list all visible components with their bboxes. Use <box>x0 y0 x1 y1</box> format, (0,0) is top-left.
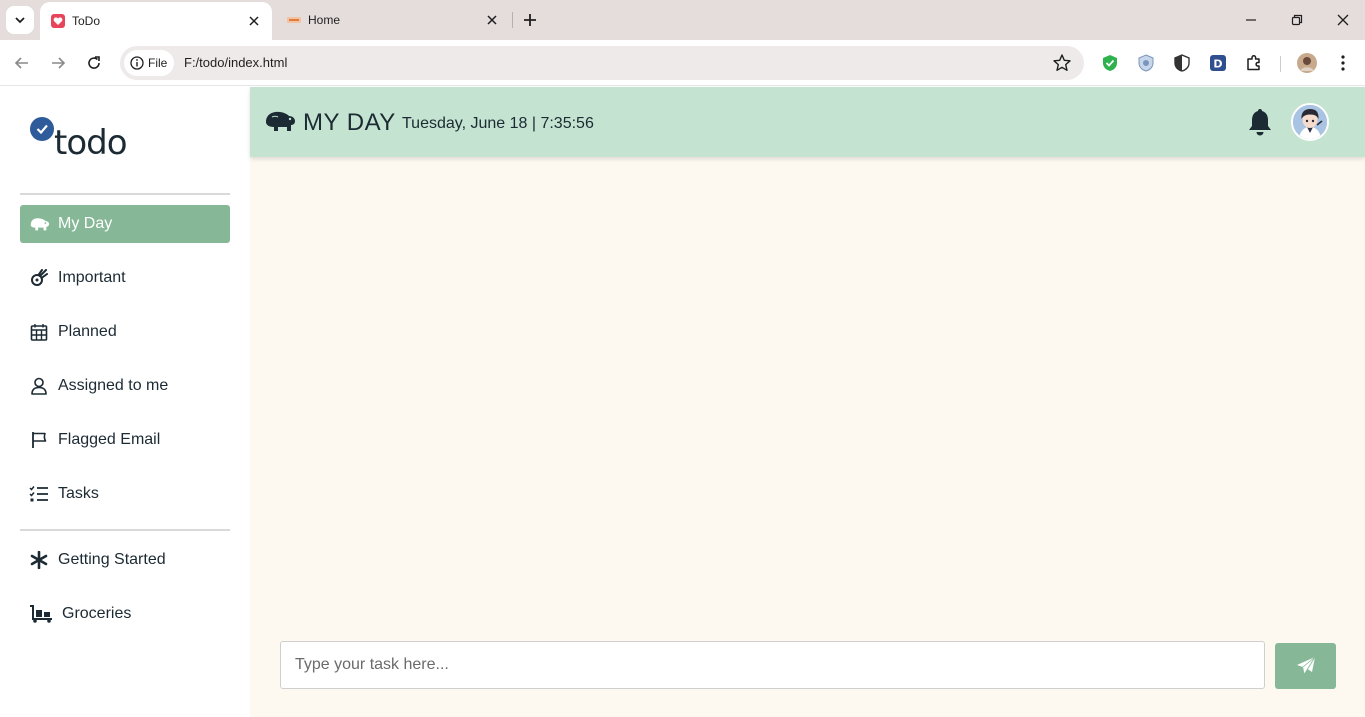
user-avatar-icon <box>1293 105 1327 139</box>
restore-icon <box>1291 14 1303 26</box>
sidebar-item-flagged-email[interactable]: Flagged Email <box>20 421 230 459</box>
close-window-button[interactable] <box>1331 8 1355 32</box>
send-button[interactable] <box>1275 643 1336 689</box>
sidebar: todo My Day Important Planned Assigned t… <box>0 87 250 717</box>
sidebar-item-important[interactable]: Important <box>20 259 230 297</box>
info-icon <box>130 56 144 70</box>
chevron-down-icon <box>15 17 25 24</box>
forward-button[interactable] <box>45 50 71 76</box>
asterisk-icon <box>28 549 50 571</box>
close-icon[interactable] <box>484 12 500 28</box>
site-chip-label: File <box>148 56 168 70</box>
bookmark-star-icon[interactable] <box>1052 53 1072 73</box>
letter-d-icon: D <box>1210 55 1226 71</box>
reload-icon <box>88 56 100 69</box>
sidebar-item-label: Planned <box>58 323 117 340</box>
flag-icon <box>28 429 50 451</box>
sidebar-item-my-day[interactable]: My Day <box>20 205 230 243</box>
sidebar-divider <box>20 529 230 531</box>
extensions-button[interactable] <box>1243 52 1265 74</box>
browser-tab-home[interactable]: Home <box>276 0 510 40</box>
sidebar-item-label: My Day <box>58 215 113 232</box>
reload-button[interactable] <box>81 50 107 76</box>
arrow-left-icon <box>14 57 28 69</box>
page-header: MY DAY Tuesday, June 18 | 7:35:56 <box>250 87 1365 157</box>
close-icon[interactable] <box>246 13 262 29</box>
list-check-icon <box>28 483 50 505</box>
close-icon <box>1337 14 1349 26</box>
sidebar-item-label: Getting Started <box>58 551 166 568</box>
sidebar-item-getting-started[interactable]: Getting Started <box>20 541 230 579</box>
calendar-icon <box>28 321 50 343</box>
sidebar-item-assigned[interactable]: Assigned to me <box>20 367 230 405</box>
ublock-extension[interactable] <box>1171 52 1193 74</box>
browser-menu-button[interactable] <box>1332 52 1354 74</box>
puzzle-icon <box>1247 54 1260 71</box>
d-extension[interactable]: D <box>1207 52 1229 74</box>
heart-favicon-icon <box>51 14 65 28</box>
user-icon <box>28 375 50 397</box>
tab-title: Home <box>308 13 341 27</box>
shield-check-extension[interactable] <box>1099 52 1121 74</box>
sidebar-item-tasks[interactable]: Tasks <box>20 475 230 513</box>
privacy-badger-extension[interactable] <box>1135 52 1157 74</box>
shield-half-icon <box>1174 54 1190 72</box>
bell-icon[interactable] <box>1246 107 1274 137</box>
browser-tabstrip: ToDo Home <box>0 0 1365 40</box>
tab-title: ToDo <box>72 14 101 28</box>
sidebar-divider <box>20 193 230 195</box>
date-time: Tuesday, June 18 | 7:35:56 <box>402 115 594 132</box>
hippo-icon <box>266 111 295 131</box>
minimize-button[interactable] <box>1239 8 1263 32</box>
task-input[interactable] <box>280 641 1265 689</box>
profile-avatar-icon <box>1297 53 1317 73</box>
back-button[interactable] <box>9 50 35 76</box>
kebab-menu-icon <box>1341 55 1345 71</box>
arrow-right-icon <box>52 57 66 69</box>
app-logo: todo <box>30 117 140 167</box>
address-bar[interactable]: File F:/todo/index.html <box>120 46 1084 80</box>
sidebar-item-label: Assigned to me <box>58 377 169 394</box>
sidebar-item-label: Tasks <box>58 485 99 502</box>
paper-plane-icon <box>1296 656 1315 675</box>
browser-tab-todo[interactable]: ToDo <box>40 2 272 40</box>
hippo-icon <box>28 213 50 235</box>
check-circle-icon <box>30 117 54 141</box>
sidebar-item-planned[interactable]: Planned <box>20 313 230 351</box>
sidebar-item-label: Important <box>58 269 126 286</box>
shield-check-icon <box>1103 55 1117 71</box>
minimize-icon <box>1246 19 1256 21</box>
avatar[interactable] <box>1291 103 1329 141</box>
sidebar-item-label: Groceries <box>62 605 132 622</box>
restore-button[interactable] <box>1285 8 1309 32</box>
page-title: MY DAY <box>303 109 396 136</box>
tab-separator <box>512 12 513 28</box>
site-info-chip[interactable]: File <box>124 50 174 76</box>
meteor-icon <box>28 267 50 289</box>
sidebar-item-label: Flagged Email <box>58 431 161 448</box>
logo-text: todo <box>54 123 128 163</box>
shield-icon <box>1138 54 1154 72</box>
sidebar-item-groceries[interactable]: Groceries <box>20 595 230 633</box>
toolbar-separator <box>1280 56 1281 72</box>
dolly-icon <box>28 603 54 625</box>
plus-icon <box>524 14 536 26</box>
tab-search-button[interactable] <box>6 6 34 34</box>
profile-button[interactable] <box>1296 52 1318 74</box>
site-favicon-icon <box>287 17 301 23</box>
new-tab-button[interactable] <box>518 8 542 32</box>
svg-text:D: D <box>1213 58 1222 71</box>
main-panel: MY DAY Tuesday, June 18 | 7:35:56 <box>250 87 1365 717</box>
url-text: F:/todo/index.html <box>184 55 288 70</box>
browser-toolbar: File F:/todo/index.html D <box>0 40 1365 86</box>
